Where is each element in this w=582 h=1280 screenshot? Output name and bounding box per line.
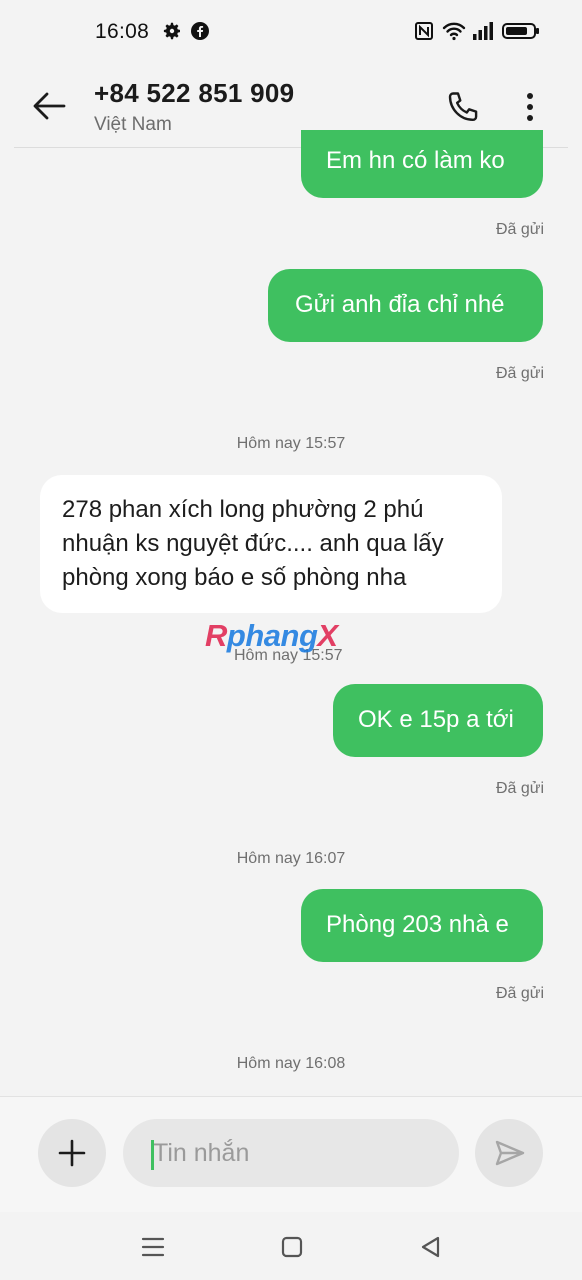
back-arrow-icon (28, 92, 68, 130)
wifi-icon (442, 21, 466, 46)
gear-icon (162, 21, 182, 46)
facebook-icon (190, 21, 210, 46)
timestamp-divider: Hôm nay 16:08 (236, 1055, 346, 1072)
timestamp-divider: Hôm nay 16:07 (236, 850, 346, 867)
contact-country: Việt Nam (94, 114, 172, 135)
message-text: 278 phan xích long phường 2 phú nhuận ks… (62, 496, 444, 591)
status-time: 16:08 (95, 20, 150, 43)
message-text: OK e 15p a tới (358, 706, 514, 733)
message-text: Em hn có làm ko (326, 147, 505, 174)
nfc-icon (414, 21, 434, 46)
home-square-icon (275, 1236, 309, 1268)
message-text: Gửi anh đỉa chỉ nhé (295, 291, 505, 318)
text-cursor (151, 1140, 154, 1170)
message-status: Đã gửi (496, 780, 545, 797)
message-input[interactable] (123, 1119, 459, 1187)
battery-icon (502, 21, 540, 46)
watermark-part: R (205, 618, 227, 653)
menu-icon (136, 1237, 170, 1268)
status-bar: 16:08 (0, 0, 582, 64)
add-attachment-button[interactable] (38, 1119, 106, 1187)
call-button[interactable] (442, 88, 484, 130)
timestamp-divider: Hôm nay 15:57 (236, 435, 346, 452)
back-triangle-icon (414, 1236, 448, 1268)
incoming-message[interactable]: 278 phan xích long phường 2 phú nhuận ks… (40, 475, 502, 613)
outgoing-message[interactable]: OK e 15p a tới (333, 684, 543, 757)
message-status: Đã gửi (496, 221, 545, 238)
outgoing-message[interactable]: Em hn có làm ko (301, 130, 543, 198)
outgoing-message[interactable]: Gửi anh đỉa chỉ nhé (268, 269, 543, 342)
contact-number: +84 522 851 909 (94, 78, 295, 108)
back-button[interactable] (28, 86, 76, 128)
send-icon (475, 1140, 543, 1191)
system-nav-bar (0, 1212, 582, 1280)
message-time: Hôm nay 15:57 (234, 647, 343, 664)
message-status: Đã gửi (496, 365, 545, 382)
message-status: Đã gửi (496, 985, 545, 1002)
nav-back-button[interactable] (414, 1230, 448, 1264)
send-button[interactable] (475, 1119, 543, 1187)
recent-apps-button[interactable] (136, 1230, 170, 1264)
plus-icon (38, 1139, 106, 1191)
outgoing-message[interactable]: Phòng 203 nhà e (301, 889, 543, 962)
more-options-button[interactable] (516, 88, 546, 130)
home-button[interactable] (275, 1230, 309, 1264)
signal-icon (472, 21, 494, 46)
message-text: Phòng 203 nhà e (326, 911, 509, 938)
message-composer (0, 1096, 582, 1213)
